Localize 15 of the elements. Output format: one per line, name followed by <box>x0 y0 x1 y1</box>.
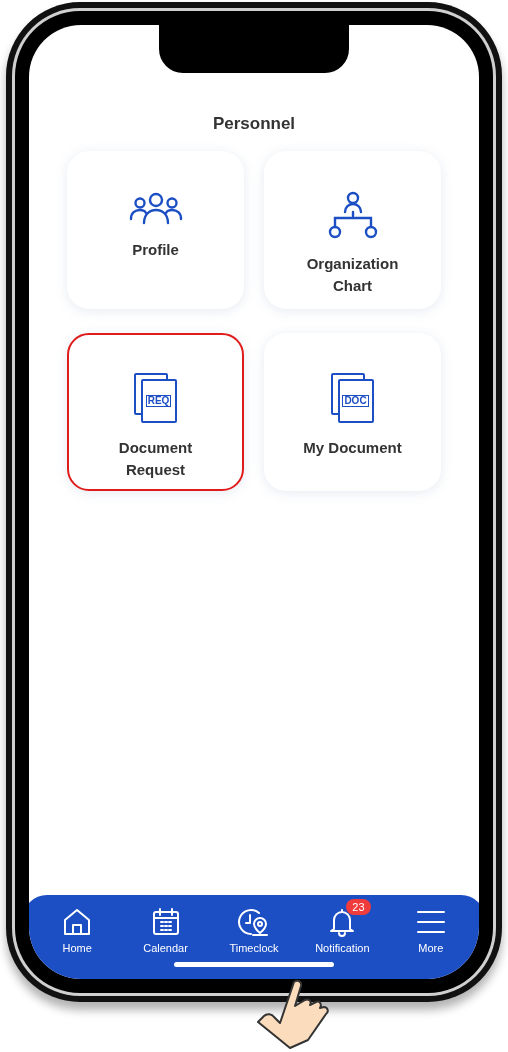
menu-tile[interactable]: Organization Chart <box>264 150 441 309</box>
nav-item[interactable]: Home <box>35 899 120 954</box>
nav-item[interactable]: Timeclock <box>211 899 296 954</box>
nav-item[interactable]: Notification 23 <box>300 899 385 954</box>
menu-tile[interactable]: DOC My Document <box>264 332 441 491</box>
home-icon <box>62 907 93 937</box>
nav-item[interactable]: Calendar <box>123 899 208 954</box>
menu-tile[interactable]: REQ Document Request <box>67 332 244 491</box>
nav-item[interactable]: More <box>388 899 473 954</box>
notification-badge: 23 <box>346 899 371 915</box>
section-title: Personnel <box>212 113 296 135</box>
people-icon <box>127 190 184 225</box>
menu-tile[interactable]: Profile <box>67 150 244 309</box>
calendar-icon <box>150 907 181 937</box>
clock-pin-icon <box>236 907 271 937</box>
